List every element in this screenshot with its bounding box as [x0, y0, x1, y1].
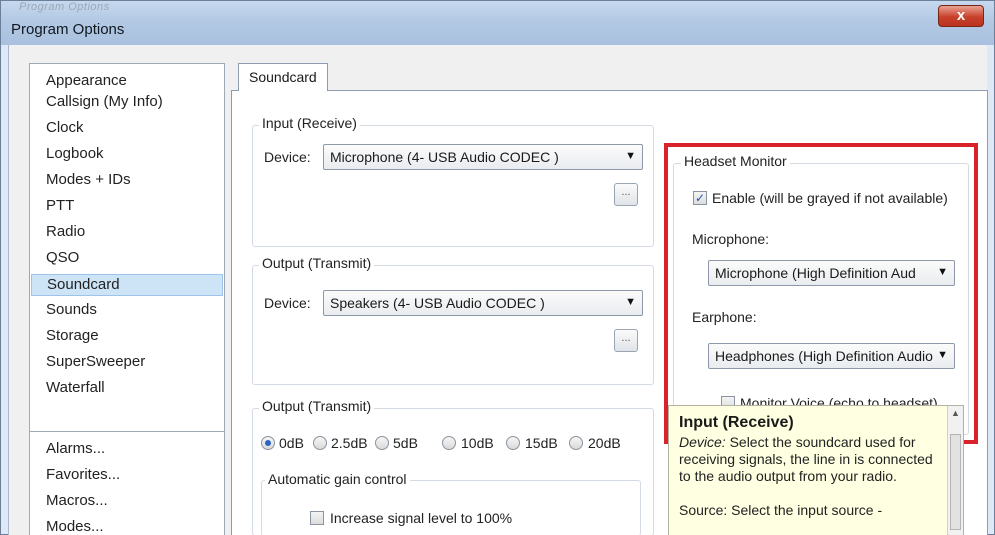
help-pane: Input (Receive) Device: Select the sound… — [668, 405, 964, 535]
category-item-qso[interactable]: QSO — [46, 249, 79, 266]
agc-checkbox[interactable] — [310, 511, 324, 525]
dialog-item-macros[interactable]: Macros... — [46, 492, 108, 509]
category-item-appearance[interactable]: Appearance — [46, 72, 127, 89]
category-item-storage[interactable]: Storage — [46, 327, 99, 344]
output-level-title: Output (Transmit) — [259, 398, 375, 414]
scroll-thumb[interactable] — [950, 434, 961, 530]
radio-20db[interactable] — [569, 436, 583, 450]
output-group-title: Output (Transmit) — [259, 255, 375, 271]
dialog-item-alarms[interactable]: Alarms... — [46, 440, 105, 457]
category-item-clock[interactable]: Clock — [46, 119, 84, 136]
radio-5db[interactable] — [375, 436, 389, 450]
output-device-label: Device: — [264, 295, 311, 311]
category-item-sounds[interactable]: Sounds — [46, 301, 97, 318]
dialog-item-favorites[interactable]: Favorites... — [46, 466, 120, 483]
help-device-term: Device: — [679, 434, 726, 450]
scroll-up-icon[interactable]: ▲ — [951, 408, 960, 418]
chevron-down-icon: ▼ — [625, 150, 636, 162]
highlight-box — [664, 143, 978, 444]
category-item-waterfall[interactable]: Waterfall — [46, 379, 105, 396]
category-item-modes-ids[interactable]: Modes + IDs — [46, 171, 131, 188]
agc-checkbox-label: Increase signal level to 100% — [330, 510, 513, 526]
dialog-item-modes[interactable]: Modes... — [46, 518, 104, 535]
input-device-value: Microphone (4- USB Audio CODEC ) — [330, 149, 559, 165]
category-item-logbook[interactable]: Logbook — [46, 145, 104, 162]
category-item-callsign[interactable]: Callsign (My Info) — [46, 93, 163, 110]
category-list[interactable]: Appearance Callsign (My Info) Clock Logb… — [29, 63, 225, 457]
dialog-list[interactable]: Alarms... Favorites... Macros... Modes..… — [29, 431, 225, 535]
radio-10db-label: 10dB — [461, 435, 494, 451]
radio-2-5db[interactable] — [313, 436, 327, 450]
help-source-text: Source: Select the input source - — [679, 502, 883, 518]
radio-0db-label: 0dB — [279, 435, 304, 451]
input-browse-button[interactable]: ... — [614, 183, 638, 206]
chevron-down-icon: ▼ — [625, 296, 636, 308]
agc-title: Automatic gain control — [265, 471, 410, 487]
ghost-title: Program Options — [19, 1, 110, 13]
radio-15db-label: 15dB — [525, 435, 558, 451]
output-device-select[interactable]: Speakers (4- USB Audio CODEC ) ▼ — [323, 290, 643, 316]
output-device-value: Speakers (4- USB Audio CODEC ) — [330, 295, 545, 311]
radio-2-5db-label: 2.5dB — [331, 435, 368, 451]
category-item-supersweeper[interactable]: SuperSweeper — [46, 353, 145, 370]
window-title: Program Options — [11, 21, 125, 38]
help-scrollbar[interactable]: ▲ — [947, 406, 963, 535]
radio-20db-label: 20dB — [588, 435, 621, 451]
radio-0db[interactable] — [261, 436, 275, 450]
category-item-radio[interactable]: Radio — [46, 223, 85, 240]
input-device-select[interactable]: Microphone (4- USB Audio CODEC ) ▼ — [323, 144, 643, 170]
program-options-window: Program Options Program Options x Appear… — [0, 0, 995, 535]
input-device-label: Device: — [264, 149, 311, 165]
category-item-ptt[interactable]: PTT — [46, 197, 74, 214]
output-browse-button[interactable]: ... — [614, 329, 638, 352]
input-group-title: Input (Receive) — [259, 115, 360, 131]
category-item-soundcard[interactable]: Soundcard — [31, 274, 223, 296]
agc-group — [261, 480, 641, 535]
radio-15db[interactable] — [506, 436, 520, 450]
radio-5db-label: 5dB — [393, 435, 418, 451]
tab-soundcard[interactable]: Soundcard — [238, 63, 328, 91]
title-bar[interactable]: Program Options Program Options x — [1, 1, 994, 45]
help-text: Device: Select the soundcard used for re… — [679, 434, 941, 519]
client-area: Appearance Callsign (My Info) Clock Logb… — [8, 45, 988, 535]
radio-10db[interactable] — [442, 436, 456, 450]
output-group — [252, 265, 654, 385]
help-heading: Input (Receive) — [679, 414, 794, 431]
close-button[interactable]: x — [938, 5, 984, 27]
